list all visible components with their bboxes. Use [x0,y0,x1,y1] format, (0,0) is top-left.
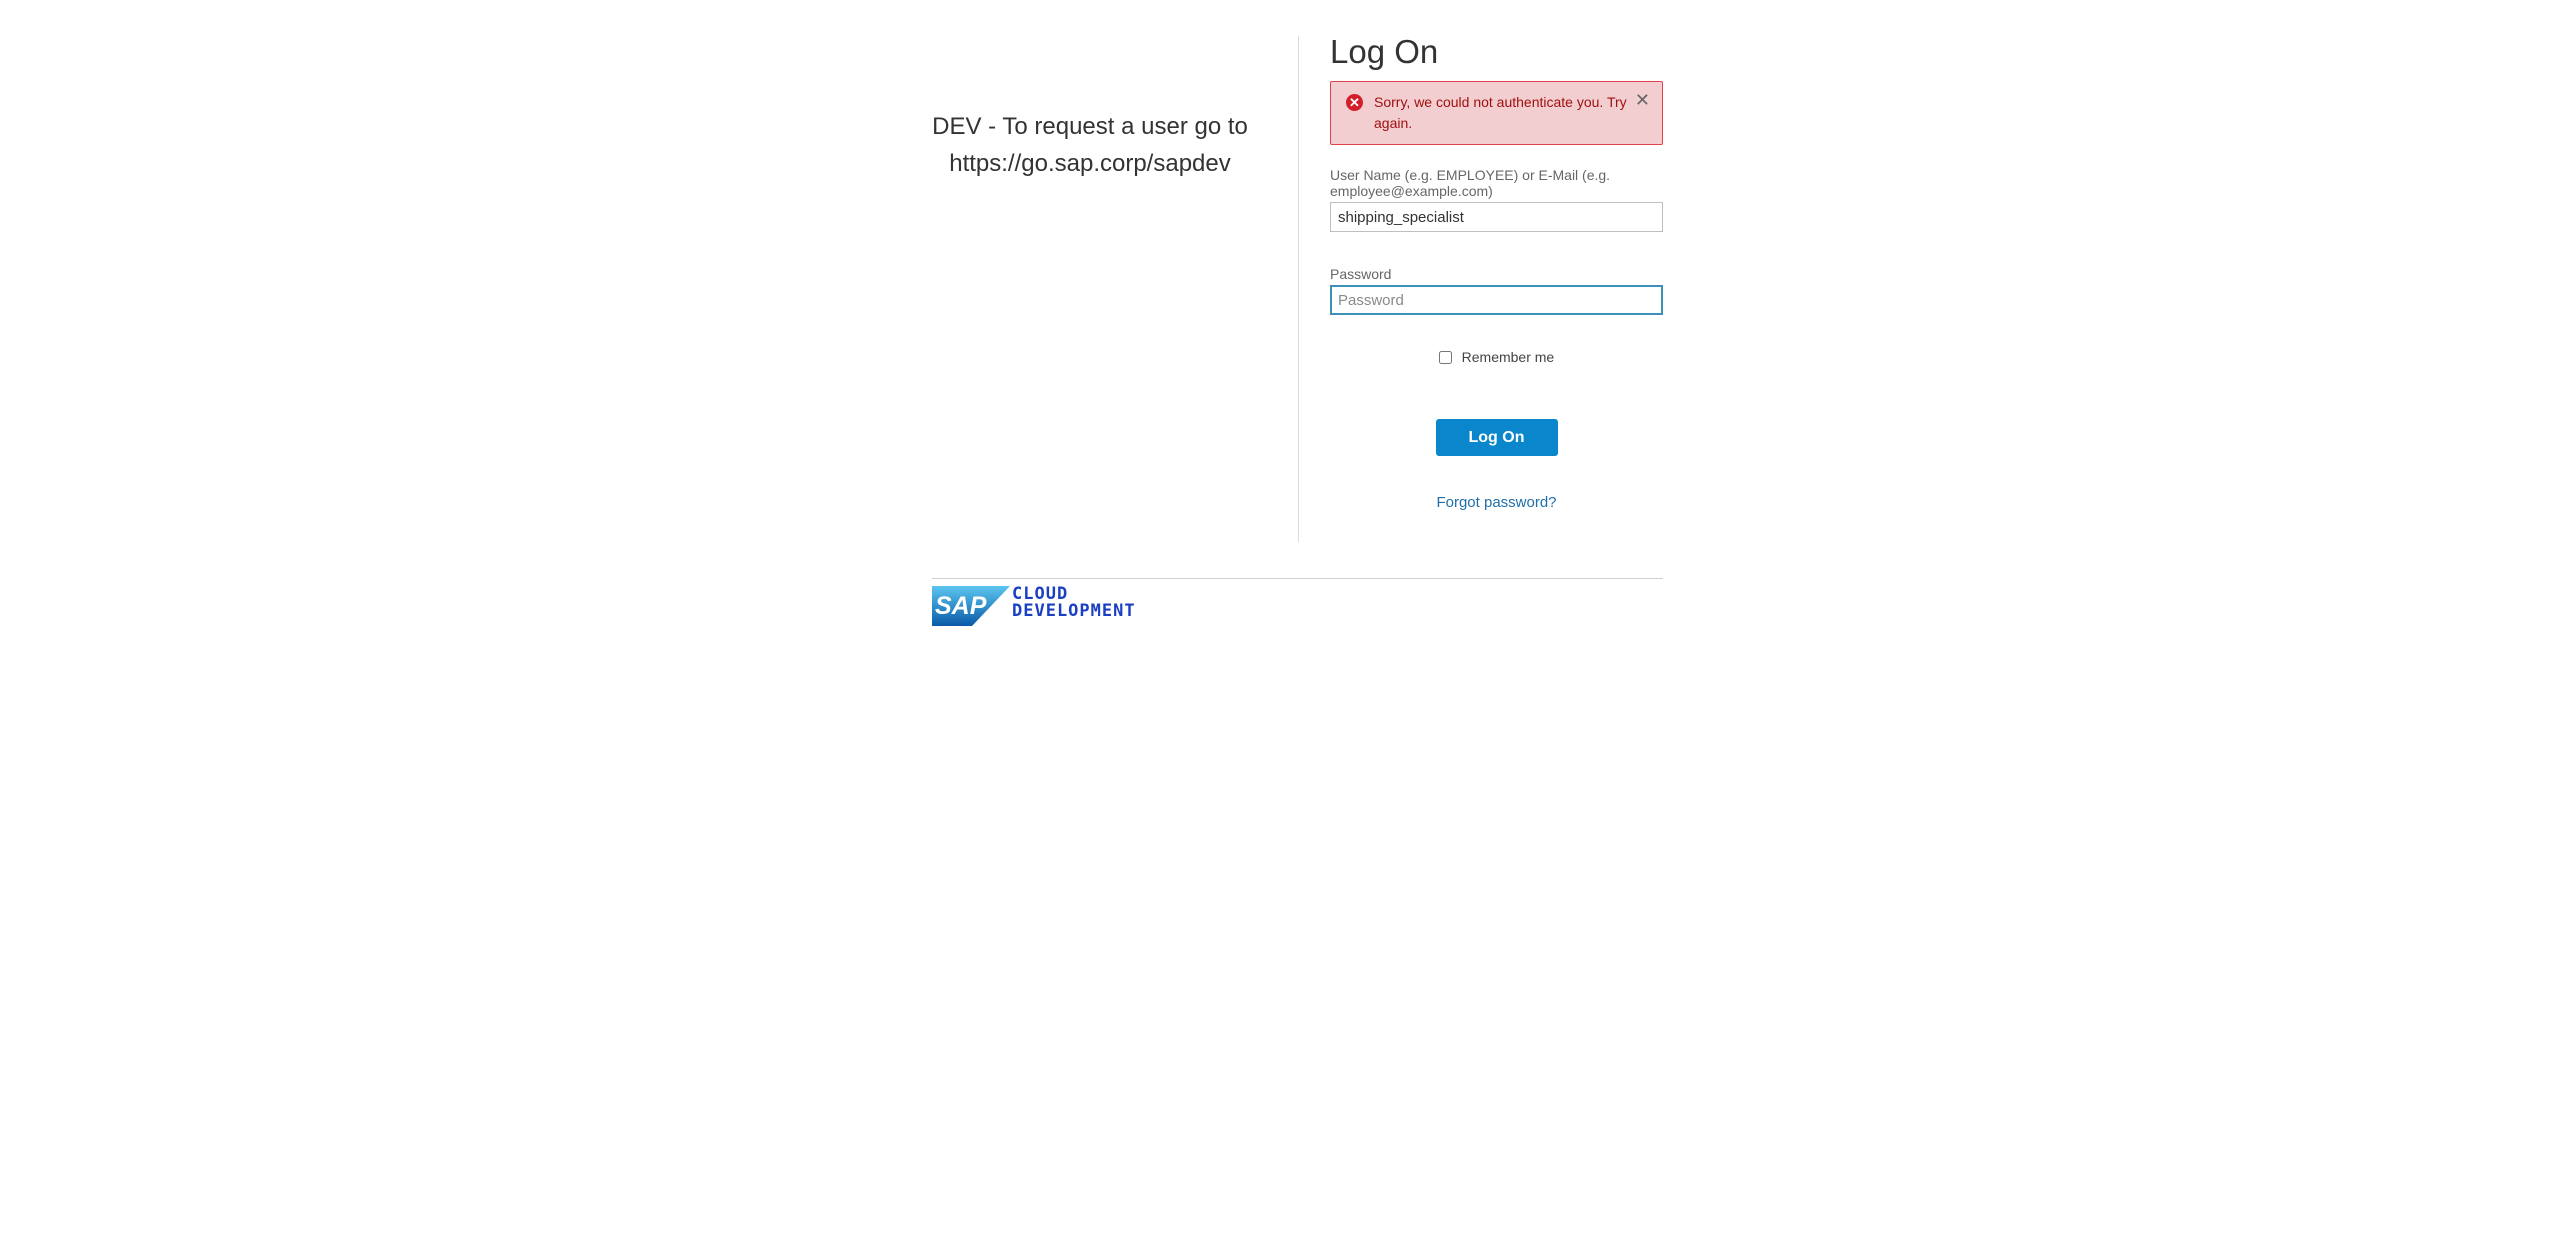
error-alert: ✕ Sorry, we could not authenticate you. … [1330,81,1663,145]
sap-cloud-development-logo: SAP CLOUD DEVELOPMENT [932,586,1135,626]
brand-text: CLOUD DEVELOPMENT [1012,586,1136,620]
footer-divider [932,578,1663,579]
remember-me-checkbox[interactable] [1438,351,1452,364]
page: DEV - To request a user go to https://go… [0,0,2560,1253]
vertical-divider [1298,36,1299,542]
submit-wrapper: Log On [1330,419,1663,456]
forgot-password-link[interactable]: Forgot password? [1330,494,1663,511]
error-circle-icon: ✕ [1346,94,1363,111]
info-line-2: https://go.sap.corp/sapdev [949,150,1231,177]
brand-line-2: DEVELOPMENT [1012,601,1136,621]
sap-logo-icon: SAP [932,586,1010,626]
remember-me: Remember me [1330,349,1663,365]
password-input[interactable] [1330,285,1663,315]
page-title: Log On [1330,33,1439,70]
username-label: User Name (e.g. EMPLOYEE) or E-Mail (e.g… [1330,167,1611,199]
info-line-1: DEV - To request a user go to [932,113,1248,140]
logon-form: Log On ✕ Sorry, we could not authenticat… [1330,30,1663,511]
error-message: Sorry, we could not authenticate you. Tr… [1374,94,1627,131]
username-input[interactable] [1330,202,1663,232]
sap-logo-text: SAP [935,592,987,620]
info-message: DEV - To request a user go to https://go… [900,108,1280,182]
log-on-button[interactable]: Log On [1435,419,1558,456]
password-label: Password [1330,266,1392,282]
remember-me-label: Remember me [1461,349,1555,365]
close-icon[interactable]: ✕ [1635,90,1650,110]
